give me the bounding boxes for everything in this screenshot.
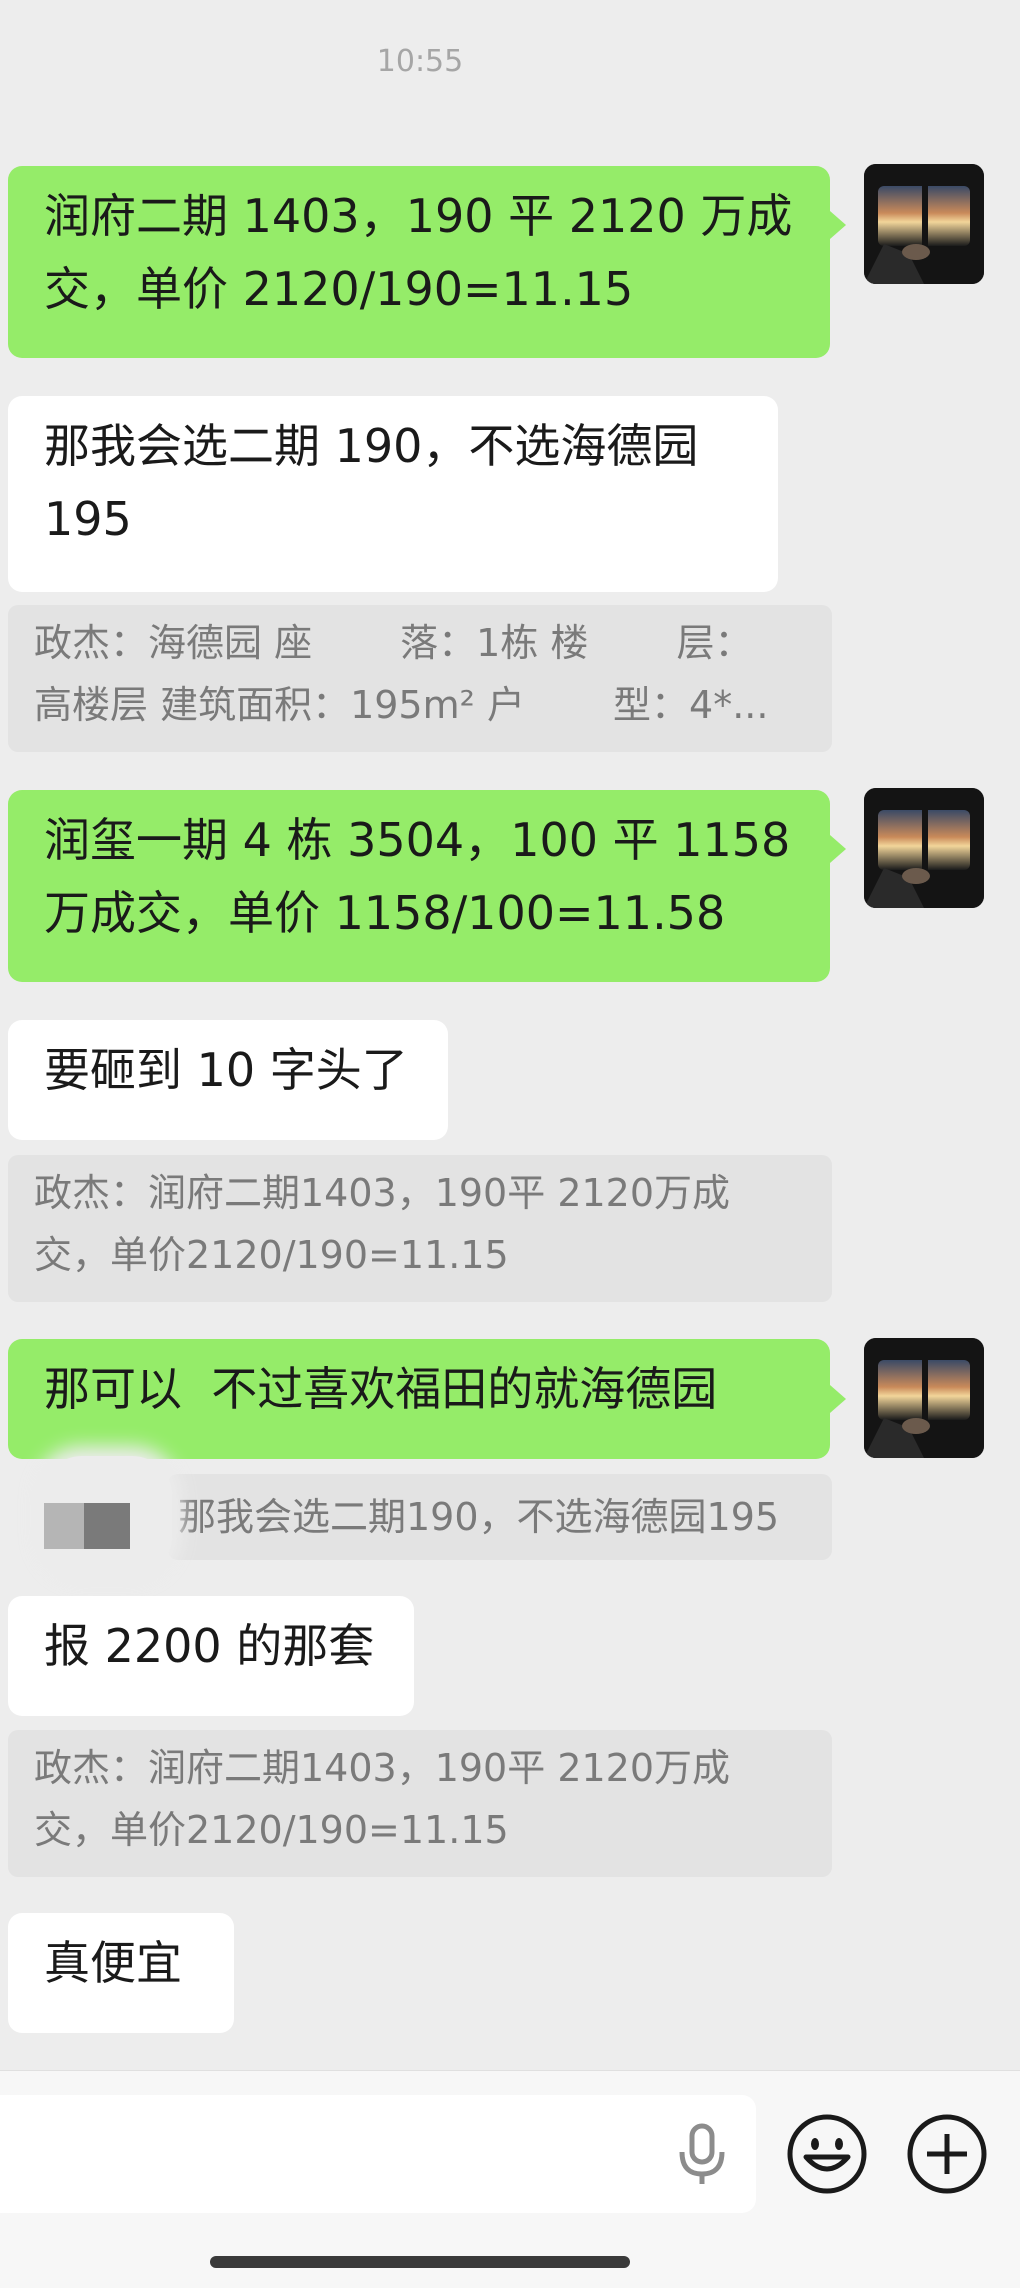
blur-pixel (44, 1503, 84, 1549)
sent-message-bubble[interactable]: 润府二期 1403，190 平 2120 万成 交，单价 2120/190=11… (8, 166, 830, 358)
received-message-bubble[interactable]: 报 2200 的那套 (8, 1596, 414, 1716)
bubble-tail (830, 1385, 846, 1413)
bubble-tail (830, 211, 846, 239)
message-text-input[interactable] (0, 2095, 756, 2213)
avatar-image (864, 788, 984, 908)
message-timestamp: 10:55 (376, 44, 464, 79)
quoted-message-block[interactable]: 政杰：润府二期1403，190平 2120万成 交，单价2120/190=11.… (8, 1155, 832, 1302)
plus-circle-icon[interactable] (906, 2113, 988, 2195)
avatar-image (864, 164, 984, 284)
quoted-message-block[interactable]: 政杰：润府二期1403，190平 2120万成 交，单价2120/190=11.… (8, 1730, 832, 1877)
received-message-bubble[interactable]: 真便宜 (8, 1913, 234, 2033)
smiley-face-icon[interactable] (786, 2113, 868, 2195)
bubble-tail (830, 835, 846, 863)
sent-message-bubble[interactable]: 润玺一期 4 栋 3504，100 平 1158 万成交，单价 1158/100… (8, 790, 830, 982)
quoted-message-block[interactable]: 政杰：海德园 座 落：1栋 楼 层： 高楼层 建筑面积：195m² 户 型：4*… (8, 605, 832, 752)
received-message-bubble[interactable]: 要砸到 10 字头了 (8, 1020, 448, 1140)
chat-screen: 10:55 润府二期 1403，190 平 2120 万成 交，单价 2120/… (0, 0, 1020, 2288)
quoted-message-block[interactable]: 那我会选二期190，不选海德园195 (168, 1474, 832, 1560)
user-avatar[interactable] (864, 164, 984, 284)
user-avatar[interactable] (864, 1338, 984, 1458)
sent-message-bubble[interactable]: 那可以 不过喜欢福田的就海德园 (8, 1339, 830, 1459)
microphone-icon[interactable] (674, 2122, 730, 2188)
blur-pixel (84, 1503, 130, 1549)
user-avatar[interactable] (864, 788, 984, 908)
home-indicator[interactable] (210, 2256, 630, 2268)
avatar-image (864, 1338, 984, 1458)
received-message-bubble[interactable]: 那我会选二期 190，不选海德园 195 (8, 396, 778, 592)
